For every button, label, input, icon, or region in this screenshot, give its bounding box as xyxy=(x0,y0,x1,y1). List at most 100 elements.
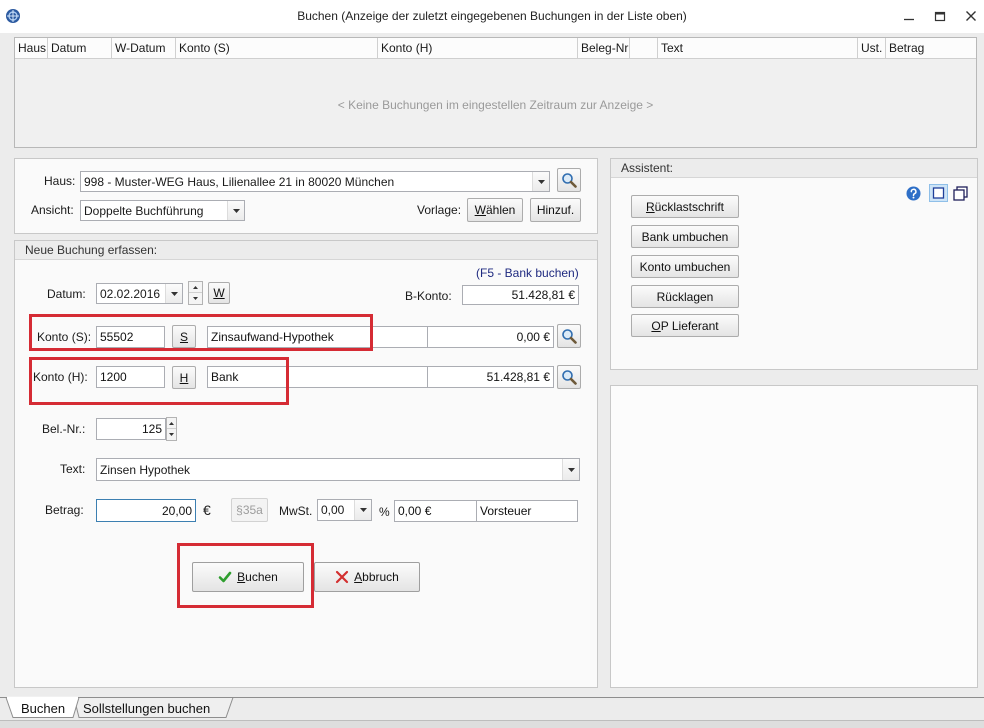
haus-value: 998 - Muster-WEG Haus, Lilienallee 21 in… xyxy=(84,174,395,189)
window-title: Buchen (Anzeige der zuletzt eingegebenen… xyxy=(297,9,687,23)
konto-umbuchen-button[interactable]: Konto umbuchen xyxy=(631,255,739,278)
column-header-datum[interactable]: Datum xyxy=(48,38,112,58)
bank-umbuchen-button[interactable]: Bank umbuchen xyxy=(631,225,739,248)
w-datum-label: W xyxy=(213,286,225,300)
betrag-label: Betrag: xyxy=(45,503,84,517)
title-bar: Buchen (Anzeige der zuletzt eingegebenen… xyxy=(0,0,984,33)
column-header-w-datum[interactable]: W-Datum xyxy=(112,38,176,58)
b-konto-label: B-Konto: xyxy=(405,289,452,303)
search-icon xyxy=(562,173,577,188)
datum-spinner[interactable] xyxy=(188,281,203,305)
chevron-down-icon[interactable] xyxy=(227,201,244,220)
text-value: Zinsen Hypothek xyxy=(100,462,191,477)
column-header-text[interactable]: Text xyxy=(658,38,858,58)
entry-section-title: Neue Buchung erfassen: xyxy=(15,241,597,260)
konto-soll-name-field[interactable] xyxy=(207,326,428,348)
ansicht-value: Doppelte Buchführung xyxy=(84,203,204,218)
spin-up-icon[interactable] xyxy=(189,282,202,293)
ruecklagen-button[interactable]: Rücklagen xyxy=(631,285,739,308)
mwst-value: 0,00 xyxy=(321,503,345,517)
datum-value: 02.02.2016 xyxy=(100,286,161,301)
restore-icon[interactable] xyxy=(933,9,947,23)
konto-soll-s-button[interactable]: S xyxy=(172,325,196,348)
column-header-betrag[interactable]: Betrag xyxy=(886,38,976,58)
filter-panel xyxy=(14,158,598,234)
betrag-field[interactable] xyxy=(96,499,196,522)
spin-down-icon[interactable] xyxy=(167,429,176,440)
vorlage-label: Vorlage: xyxy=(417,203,462,217)
chevron-down-icon[interactable] xyxy=(354,500,371,520)
currency-label: € xyxy=(203,502,211,518)
empty-table-message: < Keine Buchungen im eingestellen Zeitra… xyxy=(337,98,654,112)
table-header: Haus Datum W-Datum Konto (S) Konto (H) B… xyxy=(15,38,976,59)
konto-soll-number-field[interactable] xyxy=(96,326,165,348)
ruecklastschrift-button[interactable]: Rücklastschrift xyxy=(631,195,739,218)
column-header-konto-s[interactable]: Konto (S) xyxy=(176,38,378,58)
ruecklastschrift-label: Rücklastschrift xyxy=(645,199,725,214)
status-bar xyxy=(0,720,984,728)
haus-select[interactable]: 998 - Muster-WEG Haus, Lilienallee 21 in… xyxy=(80,171,550,192)
konto-haben-h-button[interactable]: H xyxy=(172,366,196,389)
konto-haben-name-field[interactable] xyxy=(207,366,428,388)
double-view-icon[interactable] xyxy=(953,186,968,201)
mwst-label: MwSt. xyxy=(279,504,313,518)
text-combobox[interactable]: Zinsen Hypothek xyxy=(96,458,580,481)
konto-soll-balance-field[interactable] xyxy=(427,326,554,348)
bookings-table[interactable]: Haus Datum W-Datum Konto (S) Konto (H) B… xyxy=(14,37,977,148)
tab-sollstellungen-buchen[interactable]: Sollstellungen buchen xyxy=(83,701,210,717)
single-view-toggle[interactable] xyxy=(929,184,948,202)
konto-haben-balance-field[interactable] xyxy=(427,366,554,388)
spin-up-icon[interactable] xyxy=(167,418,176,429)
vorlage-choose-button[interactable]: Wählen xyxy=(467,198,523,222)
beleg-nr-spinner[interactable] xyxy=(166,417,177,441)
beleg-nr-label: Bel.-Nr.: xyxy=(42,422,86,436)
konto-umbuchen-label: Konto umbuchen xyxy=(639,259,731,274)
column-header-beleg-nr[interactable]: Beleg-Nr xyxy=(578,38,630,58)
checkmark-icon xyxy=(218,571,232,583)
search-icon xyxy=(562,329,577,344)
haus-label: Haus: xyxy=(44,174,76,188)
spin-down-icon[interactable] xyxy=(189,293,202,304)
konto-soll-search-button[interactable] xyxy=(557,324,581,348)
chevron-down-icon[interactable] xyxy=(532,172,549,191)
vorsteuer-amount-field[interactable] xyxy=(394,500,477,522)
tab-buchen[interactable]: Buchen xyxy=(21,701,65,717)
mwst-select[interactable]: 0,00 xyxy=(317,499,372,521)
datum-date-picker[interactable]: 02.02.2016 xyxy=(96,283,183,304)
beleg-nr-field[interactable] xyxy=(96,418,166,440)
bank-umbuchen-label: Bank umbuchen xyxy=(641,229,729,244)
chevron-down-icon[interactable] xyxy=(562,459,579,480)
op-lieferant-label: OP Lieferant xyxy=(651,318,719,333)
buchen-button[interactable]: Buchen xyxy=(192,562,304,592)
konto-haben-number-field[interactable] xyxy=(96,366,165,388)
assistant-detail-panel xyxy=(610,385,978,688)
chevron-down-icon[interactable] xyxy=(165,284,182,303)
ruecklagen-label: Rücklagen xyxy=(656,289,714,304)
vorlage-add-button[interactable]: Hinzuf. xyxy=(530,198,581,222)
help-icon[interactable] xyxy=(906,186,921,201)
column-header-haus[interactable]: Haus xyxy=(15,38,48,58)
datum-label: Datum: xyxy=(47,287,86,301)
konto-haben-h-label: H xyxy=(179,370,189,385)
assistant-title: Assistent: xyxy=(611,159,977,178)
haus-search-button[interactable] xyxy=(557,168,581,192)
percent-label: % xyxy=(379,505,390,519)
konto-haben-search-button[interactable] xyxy=(557,365,581,389)
vorsteuer-account-field[interactable] xyxy=(476,500,578,522)
konto-soll-s-label: S xyxy=(179,329,188,344)
column-header-konto-h[interactable]: Konto (H) xyxy=(378,38,578,58)
par35a-button[interactable]: §35a xyxy=(231,498,268,522)
ansicht-select[interactable]: Doppelte Buchführung xyxy=(80,200,245,221)
op-lieferant-button[interactable]: OP Lieferant xyxy=(631,314,739,337)
abbruch-button[interactable]: Abbruch xyxy=(314,562,420,592)
abbruch-label: Abbruch xyxy=(354,570,399,584)
konto-soll-label: Konto (S): xyxy=(37,330,92,344)
w-datum-button[interactable]: W xyxy=(208,282,230,304)
column-header-ust[interactable]: Ust. xyxy=(858,38,886,58)
close-icon[interactable] xyxy=(964,9,978,23)
ansicht-label: Ansicht: xyxy=(31,203,74,217)
minimize-icon[interactable] xyxy=(902,10,916,24)
column-header-blank[interactable] xyxy=(630,38,658,58)
b-konto-field[interactable] xyxy=(462,285,579,305)
vorlage-add-label: Hinzuf. xyxy=(536,203,575,217)
